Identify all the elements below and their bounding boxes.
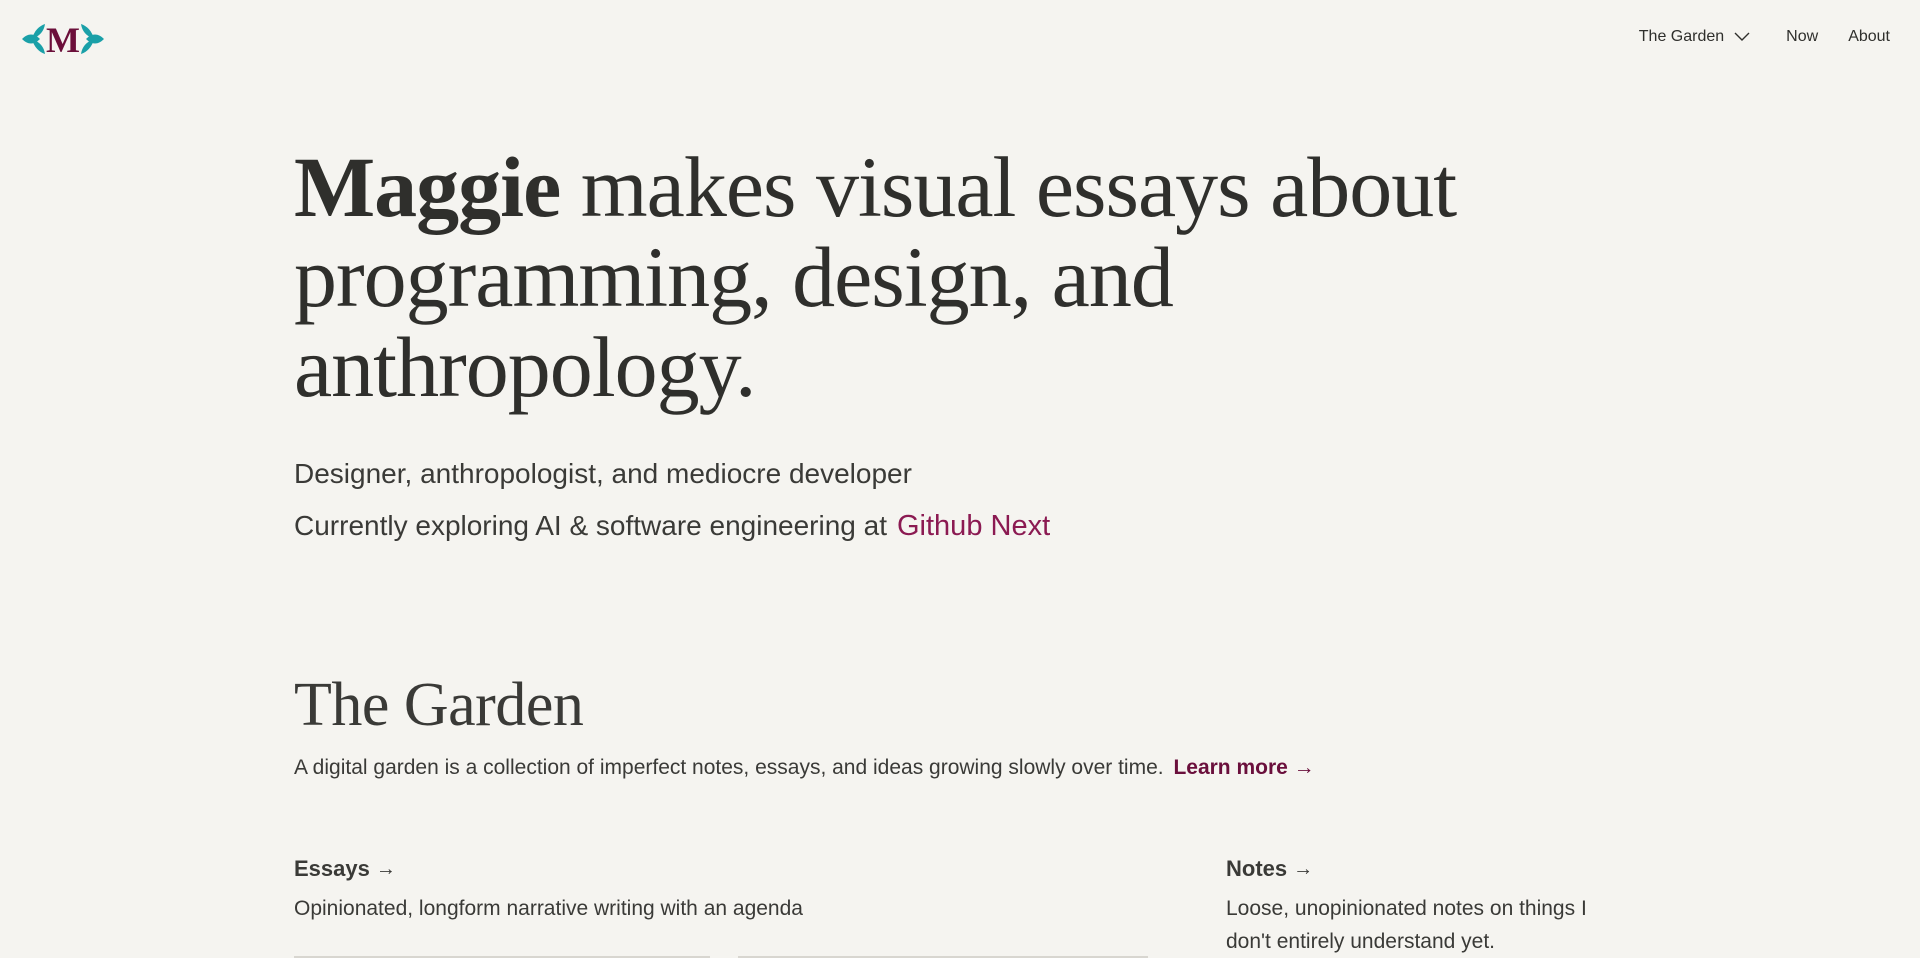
page: M The Garden Now About Maggie makes visu… bbox=[0, 0, 1920, 958]
tagline-current-text: Currently exploring AI & software engine… bbox=[294, 510, 887, 541]
learn-more-link[interactable]: Learn more → bbox=[1173, 756, 1314, 779]
nav-item-about[interactable]: About bbox=[1848, 28, 1890, 46]
github-next-link[interactable]: Github Next bbox=[897, 510, 1050, 543]
nav-item-now[interactable]: Now bbox=[1786, 28, 1818, 46]
arrow-right-icon: → bbox=[1293, 756, 1315, 779]
logo-icon: M bbox=[22, 20, 104, 60]
learn-more-label: Learn more bbox=[1173, 756, 1288, 779]
main-nav: The Garden Now About bbox=[1639, 28, 1890, 46]
garden-description: A digital garden is a collection of impe… bbox=[294, 756, 1315, 780]
arrow-right-icon: → bbox=[1293, 857, 1314, 880]
essays-title: Essays bbox=[294, 856, 370, 881]
notes-link[interactable]: Notes → bbox=[1226, 856, 1313, 882]
hero-name: Maggie bbox=[294, 139, 561, 235]
notes-description: Loose, unopinionated notes on things I d… bbox=[1226, 897, 1587, 953]
nav-garden-label: The Garden bbox=[1638, 28, 1725, 45]
essays-description: Opinionated, longform narrative writing … bbox=[294, 897, 803, 920]
garden-description-text: A digital garden is a collection of impe… bbox=[294, 756, 1164, 779]
nav-now-label: Now bbox=[1786, 28, 1819, 45]
nav-item-garden[interactable]: The Garden bbox=[1639, 28, 1750, 46]
hero-heading: Maggie makes visual essays about program… bbox=[294, 142, 1594, 412]
nav-about-label: About bbox=[1848, 28, 1890, 45]
site-logo[interactable]: M bbox=[20, 20, 106, 60]
notes-title: Notes bbox=[1226, 856, 1288, 881]
chevron-down-icon bbox=[1734, 32, 1750, 41]
essays-link[interactable]: Essays → bbox=[294, 856, 396, 882]
arrow-right-icon: → bbox=[375, 857, 396, 880]
garden-title: The Garden bbox=[294, 671, 584, 739]
svg-text:M: M bbox=[46, 20, 80, 58]
tagline-current: Currently exploring AI & software engine… bbox=[294, 510, 1050, 543]
tagline-role: Designer, anthropologist, and mediocre d… bbox=[294, 458, 912, 489]
site-header: M The Garden Now About bbox=[0, 0, 1920, 80]
